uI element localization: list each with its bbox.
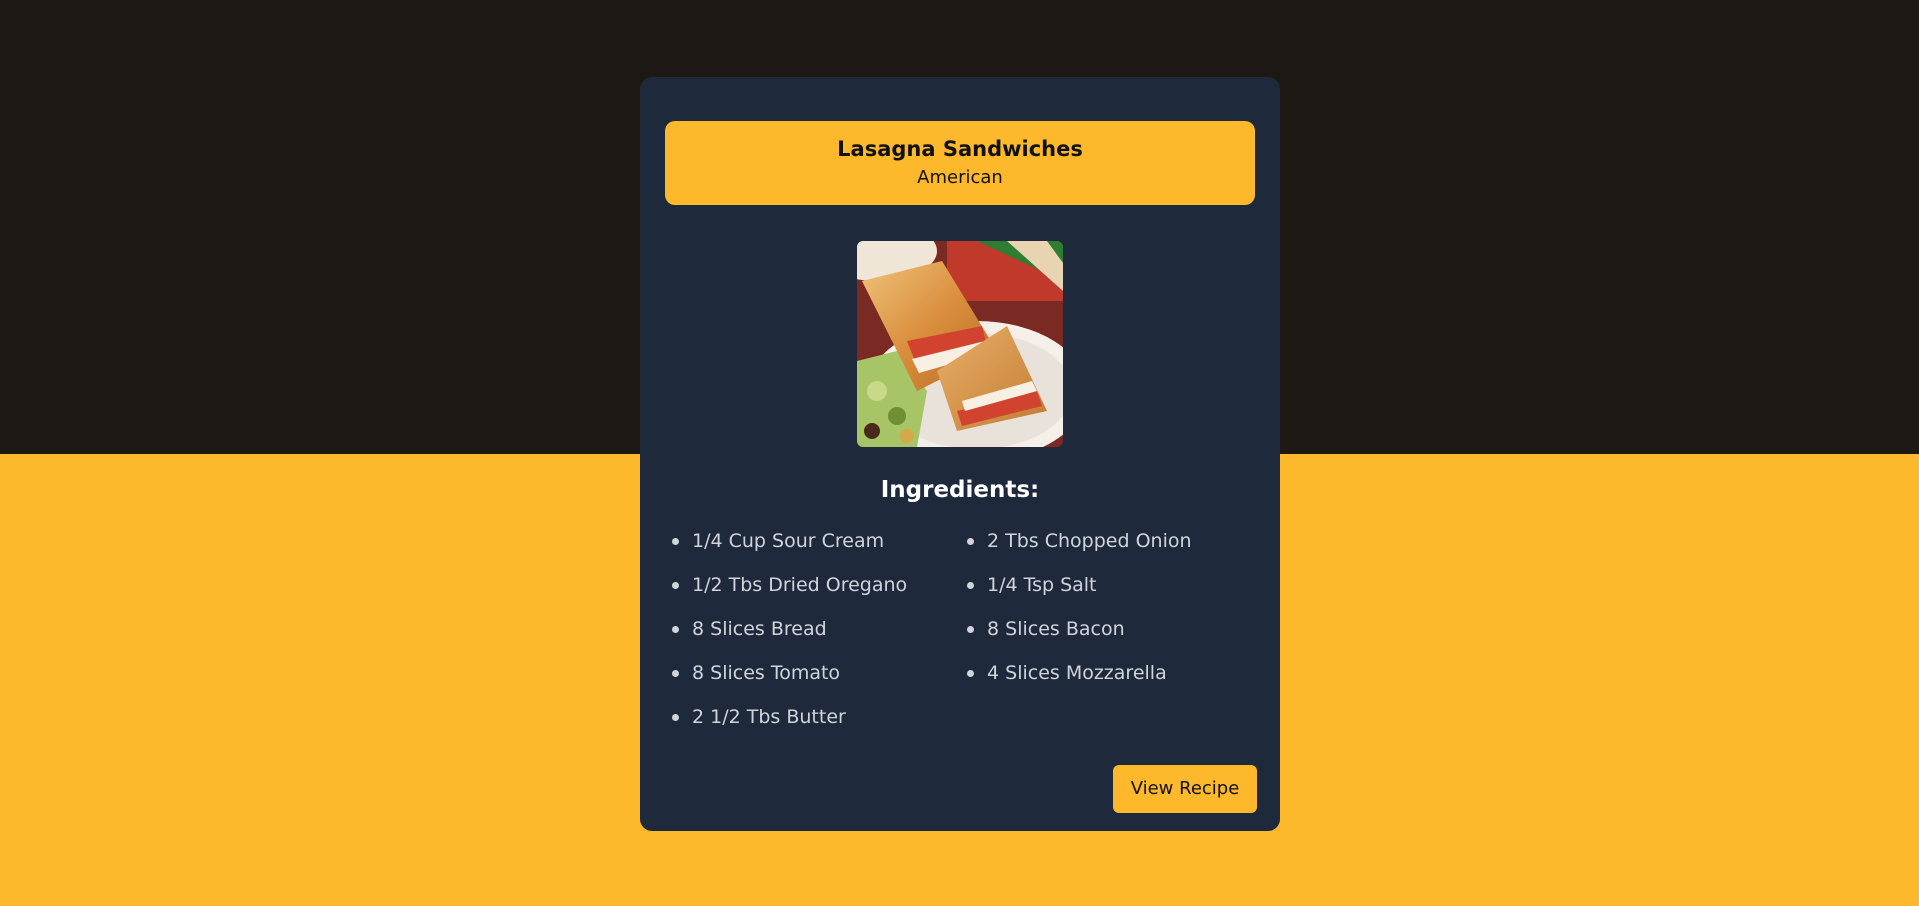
ingredient-label: 1/4 Tsp Salt [987,574,1097,596]
recipe-title: Lasagna Sandwiches [837,137,1083,161]
ingredient-item: 8 Slices Bread [670,614,965,658]
ingredient-label: 1/2 Tbs Dried Oregano [692,574,908,596]
ingredients-heading: Ingredients: [880,477,1040,503]
ingredient-item: 1/4 Cup Sour Cream [670,526,965,570]
view-recipe-button[interactable]: View Recipe [1113,765,1257,813]
bullet-icon [967,582,974,589]
ingredient-label: 4 Slices Mozzarella [987,662,1167,684]
sandwich-photo [857,241,1063,447]
ingredient-label: 1/4 Cup Sour Cream [692,530,885,552]
ingredient-label: 8 Slices Bread [692,618,827,640]
ingredient-item: 8 Slices Bacon [965,614,1260,658]
ingredient-label: 2 1/2 Tbs Butter [692,706,846,728]
recipe-cuisine: American [917,167,1003,188]
ingredient-item: 4 Slices Mozzarella [965,658,1260,702]
bullet-icon [967,626,974,633]
ingredients-list: 1/4 Cup Sour Cream 2 Tbs Chopped Onion 1… [670,526,1260,746]
recipe-card: Lasagna Sandwiches American Ingredients:… [640,77,1280,831]
bullet-icon [672,538,679,545]
recipe-image [857,241,1063,447]
bullet-icon [672,582,679,589]
bullet-icon [672,670,679,677]
ingredient-label: 8 Slices Tomato [692,662,841,684]
ingredient-label: 8 Slices Bacon [987,618,1125,640]
ingredient-label: 2 Tbs Chopped Onion [987,530,1192,552]
bullet-icon [967,538,974,545]
ingredient-item: 1/2 Tbs Dried Oregano [670,570,965,614]
ingredient-item: 8 Slices Tomato [670,658,965,702]
bullet-icon [967,670,974,677]
ingredient-item: 1/4 Tsp Salt [965,570,1260,614]
bullet-icon [672,714,679,721]
ingredient-item: 2 Tbs Chopped Onion [965,526,1260,570]
ingredient-item: 2 1/2 Tbs Butter [670,702,965,746]
recipe-header: Lasagna Sandwiches American [665,121,1255,205]
bullet-icon [672,626,679,633]
